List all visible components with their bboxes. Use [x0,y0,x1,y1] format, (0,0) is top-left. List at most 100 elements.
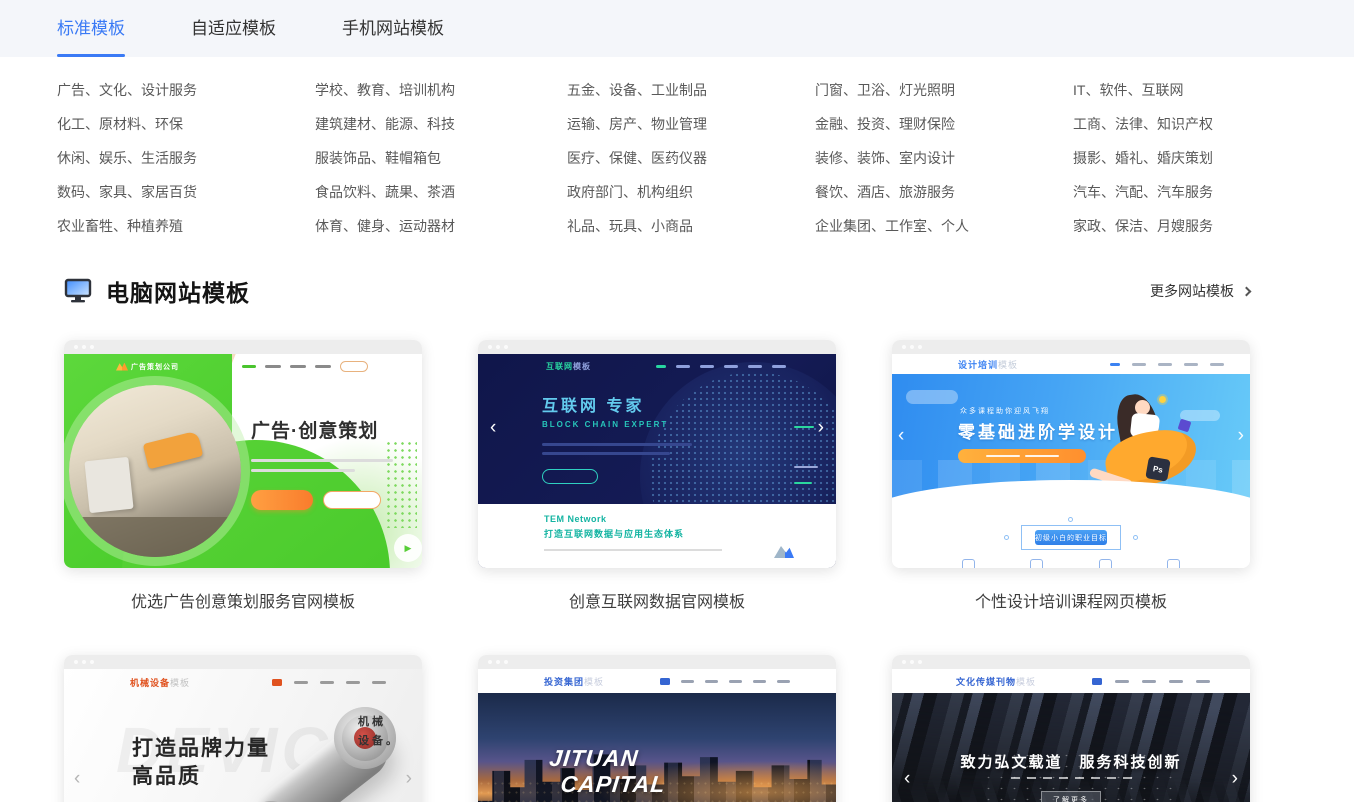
category-link[interactable]: 建筑建材、能源、科技 [315,107,567,141]
selection-handle [1004,535,1009,540]
template-title[interactable]: 优选广告创意策划服务官网模板 [64,568,422,655]
template-title[interactable]: 个性设计培训课程网页模板 [892,568,1250,655]
category-link[interactable]: IT、软件、互联网 [1073,73,1354,107]
browser-dot-icon [902,345,906,349]
globe-label-bar [794,466,818,468]
nav-item-bar [290,365,306,368]
category-link[interactable]: 礼品、玩具、小商品 [567,209,815,243]
selection-frame [1021,525,1121,550]
browser-dot-icon [910,345,914,349]
template-card-internet-data[interactable]: 互联网模板 互联网 专家 BLOCK CHAIN EXPERT [478,340,836,568]
nav-item-bar [724,365,738,368]
tab[interactable]: 手机网站模板 [342,0,444,57]
nav-item-bar [1184,363,1198,366]
selection-handle [1068,517,1073,522]
more-templates-link[interactable]: 更多网站模板 [1150,281,1250,301]
template-type-tabs: 标准模板 自适应模板 手机网站模板 [0,0,1354,57]
preview-hero-banner: 众多课程助你迎风飞翔 零基础进阶学设计 Ps [892,374,1250,504]
decor [69,517,241,557]
tab[interactable]: 自适应模板 [191,0,276,57]
category-link[interactable]: 家政、保洁、月嫂服务 [1073,209,1354,243]
feature-icon [1030,559,1043,568]
category-link[interactable]: 金融、投资、理财保险 [815,107,1073,141]
carousel-prev-icon[interactable]: ‹ [490,418,496,437]
template-card-design-training[interactable]: 设计培训模板 众多课程助你迎风飞翔 零基础进阶学设计 [892,340,1250,568]
selected-button-group: 初级小白的职业目标 [1035,530,1107,545]
category-link[interactable]: 政府部门、机构组织 [567,175,815,209]
preview-navbar: 文化传媒刊物模板 [892,669,1250,693]
template-card-cell: 互联网模板 互联网 专家 BLOCK CHAIN EXPERT [478,340,836,655]
carousel-prev-icon[interactable]: ‹ [904,769,910,788]
carousel-next-icon[interactable]: › [1232,769,1238,788]
category-link[interactable]: 企业集团、工作室、个人 [815,209,1073,243]
category-link[interactable]: 化工、原材料、环保 [57,107,315,141]
category-link[interactable]: 五金、设备、工业制品 [567,73,815,107]
category-link[interactable]: 学校、教育、培训机构 [315,73,567,107]
template-preview: 投资集团模板 JITUAN CAPITAL [478,669,836,802]
preview-nav-items [1110,363,1224,366]
template-card-culture-media[interactable]: 文化传媒刊物模板 致力弘文载道 服务科技创新 了解更多 [892,655,1250,802]
preview-category-row [892,777,1250,779]
template-preview: 机械设备模板 DEVICE 打造品牌力量 高品质 打造高标准品质 [64,669,422,802]
nav-item-bar [265,365,281,368]
category-link[interactable]: 门窗、卫浴、灯光照明 [815,73,1073,107]
preview-headline: 零基础进阶学设计 [958,418,1118,443]
nav-item-bar [660,678,670,685]
browser-dot-icon [504,660,508,664]
category-link[interactable]: 装修、装饰、室内设计 [815,141,1073,175]
carousel-prev-icon[interactable]: ‹ [898,426,904,445]
template-card-cell: 设计培训模板 众多课程助你迎风飞翔 零基础进阶学设计 [892,340,1250,655]
category-link[interactable]: 广告、文化、设计服务 [57,73,315,107]
feature-icon [962,559,975,568]
category-link[interactable]: 数码、家具、家居百货 [57,175,315,209]
template-card-investment-group[interactable]: 投资集团模板 JITUAN CAPITAL [478,655,836,802]
category-link[interactable]: 工商、法律、知识产权 [1073,107,1354,141]
nav-item-bar [372,681,386,684]
category-link[interactable]: 休闲、娱乐、生活服务 [57,141,315,175]
browser-dot-icon [488,660,492,664]
carousel-next-icon[interactable]: › [406,769,412,788]
nav-item-bar [315,365,331,368]
section-header: 电脑网站模板 更多网站模板 [64,273,1250,309]
category-link[interactable]: 餐饮、酒店、旅游服务 [815,175,1073,209]
nav-item-bar [1132,363,1146,366]
category-link[interactable]: 农业畜牲、种植养殖 [57,209,315,243]
nav-item-bar [1110,363,1120,366]
category-link[interactable]: 服装饰品、鞋帽箱包 [315,141,567,175]
browser-chrome-bar [892,655,1250,669]
preview-hero-photo [69,385,241,557]
template-preview: 设计培训模板 众多课程助你迎风飞翔 零基础进阶学设计 [892,354,1250,568]
browser-dot-icon [82,345,86,349]
library-books-photo: 致力弘文载道 服务科技创新 了解更多 [892,693,1250,802]
preview-headline: 致力弘文载道 服务科技创新 [892,751,1250,772]
bulb-icon [1159,396,1166,403]
carousel-prev-icon[interactable]: ‹ [74,769,80,788]
decor-square [1178,419,1192,433]
template-cards-row-1: 广告策划公司 ▶ 广告·创意策 [64,340,1354,802]
preview-logo-text: 文化传媒刊物模板 [956,675,1036,688]
browser-dot-icon [902,660,906,664]
template-card-cell: 文化传媒刊物模板 致力弘文载道 服务科技创新 了解更多 [892,655,1250,802]
preview-cta-button [542,469,598,484]
browser-chrome-bar [478,655,836,669]
preview-side-text: 机械 设备。 [358,713,400,750]
mountain-chart-icon [774,546,794,558]
tab[interactable]: 标准模板 [57,0,125,57]
carousel-next-icon[interactable]: › [818,418,824,437]
category-link[interactable]: 体育、健身、运动器材 [315,209,567,243]
template-card-machinery[interactable]: 机械设备模板 DEVICE 打造品牌力量 高品质 打造高标准品质 [64,655,422,802]
nav-item-bar [772,365,786,368]
ps-badge-icon: Ps [1145,456,1170,481]
category-link[interactable]: 汽车、汽配、汽车服务 [1073,175,1354,209]
preview-headline: JITUAN CAPITAL [545,745,670,798]
browser-dot-icon [488,345,492,349]
template-card-ad-creative[interactable]: 广告策划公司 ▶ 广告·创意策 [64,340,422,568]
template-title[interactable]: 创意互联网数据官网模板 [478,568,836,655]
category-link[interactable]: 食品饮料、蔬果、茶酒 [315,175,567,209]
carousel-next-icon[interactable]: › [1238,426,1244,445]
category-link[interactable]: 医疗、保健、医药仪器 [567,141,815,175]
category-link[interactable]: 摄影、婚礼、婚庆策划 [1073,141,1354,175]
browser-dot-icon [90,660,94,664]
category-link[interactable]: 运输、房产、物业管理 [567,107,815,141]
nav-item-bar [1092,678,1102,685]
